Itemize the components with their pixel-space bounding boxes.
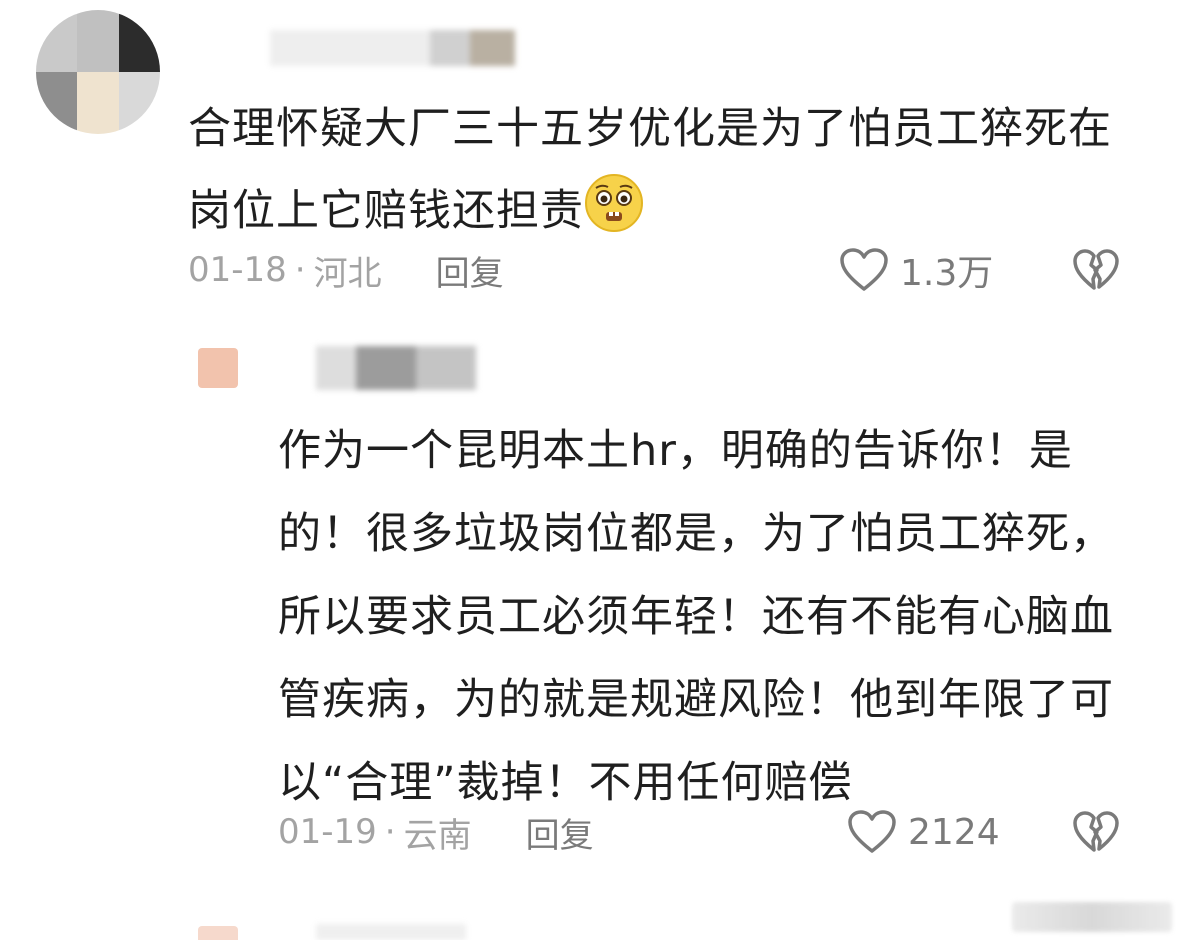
like-count: 2124 — [908, 811, 1000, 853]
reply-button[interactable]: 回复 — [526, 808, 594, 857]
pleading-face-emoji — [584, 173, 644, 260]
like-button[interactable]: 1.3万 — [838, 246, 993, 294]
avatar[interactable] — [198, 926, 238, 940]
dislike-button[interactable] — [1072, 248, 1120, 296]
comment-thread: 合理怀疑大厂三十五岁优化是为了怕员工猝死在岗位上它赔钱还担责 01-18 · 河… — [0, 0, 1180, 940]
comment-meta: 01-18 · 河北 回复 — [188, 246, 504, 295]
avatar[interactable] — [36, 10, 160, 134]
username-obscured[interactable] — [316, 346, 476, 390]
comment-date: 01-19 — [278, 812, 377, 852]
reply-item: 作为一个昆明本土hr，明确的告诉你！是的！很多垃圾岗位都是，为了怕员工猝死，所以… — [0, 330, 1180, 890]
heart-icon — [846, 809, 898, 855]
watermark — [1012, 902, 1172, 932]
dislike-button[interactable] — [1072, 810, 1120, 858]
reply-button[interactable]: 回复 — [436, 246, 504, 295]
comment-text: 合理怀疑大厂三十五岁优化是为了怕员工猝死在岗位上它赔钱还担责 — [188, 88, 1128, 260]
comment-item: 合理怀疑大厂三十五岁优化是为了怕员工猝死在岗位上它赔钱还担责 01-18 · 河… — [0, 0, 1180, 310]
avatar[interactable] — [198, 348, 238, 388]
comment-meta: 01-19 · 云南 回复 — [278, 808, 594, 857]
username-obscured[interactable] — [316, 924, 466, 940]
comment-date: 01-18 — [188, 250, 287, 290]
comment-location: 河北 — [313, 253, 382, 294]
username-obscured[interactable] — [270, 30, 515, 66]
comment-text: 作为一个昆明本土hr，明确的告诉你！是的！很多垃圾岗位都是，为了怕员工猝死，所以… — [278, 426, 1114, 808]
comment-location: 云南 — [403, 815, 472, 856]
like-count: 1.3万 — [900, 253, 994, 294]
meta-separator: · — [294, 250, 306, 290]
heart-icon — [838, 247, 890, 293]
broken-heart-icon — [1072, 248, 1120, 292]
like-button[interactable]: 2124 — [846, 808, 1000, 856]
next-reply-partial — [0, 898, 1180, 940]
meta-separator: · — [384, 812, 396, 852]
broken-heart-icon — [1072, 810, 1120, 854]
